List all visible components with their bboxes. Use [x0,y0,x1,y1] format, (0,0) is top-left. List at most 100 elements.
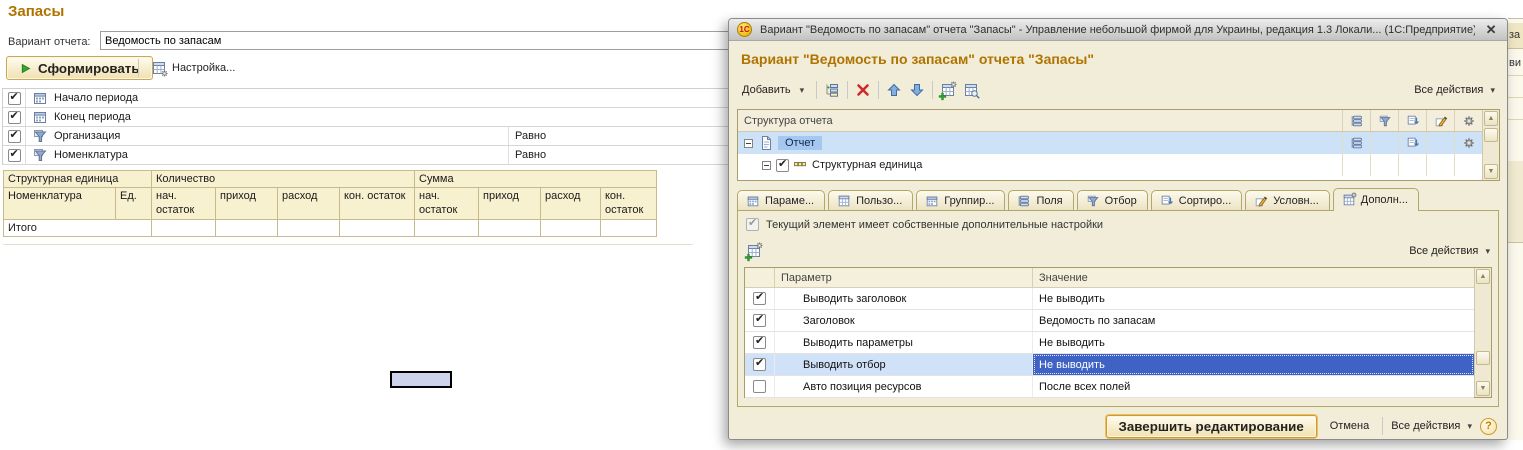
cancel-button[interactable]: Отмена [1325,418,1374,434]
dialog-heading: Вариант "Ведомость по запасам" отчета "З… [741,51,1094,67]
add-parameter-icon[interactable] [746,243,762,259]
move-up-icon[interactable] [886,82,902,98]
table-row[interactable]: Выводить заголовок Не выводить [745,288,1474,310]
tree-row-label: Структурная единица [812,159,923,171]
filter-checkbox[interactable] [7,147,21,162]
scroll-down-icon[interactable]: ▼ [1484,164,1498,179]
tab-parameters[interactable]: Параме... [737,190,826,211]
value-cell[interactable]: Ведомость по запасам [1033,310,1474,331]
row-checkbox[interactable] [753,356,766,371]
value-cell[interactable]: Не выводить [1033,354,1474,375]
tab-conditional-appearance[interactable]: Условн... [1245,190,1330,211]
collapse-icon[interactable] [744,138,753,148]
param-cell[interactable]: Выводить параметры [775,332,1033,353]
tab-label: Дополн... [1360,193,1408,206]
filter-condition[interactable]: Равно [508,127,718,145]
add-settings-icon[interactable] [940,82,956,98]
tab-label: Параме... [765,194,815,207]
param-cell[interactable]: Заголовок [775,310,1033,331]
row-checkbox[interactable] [753,380,766,393]
own-settings-row: Текущий элемент имеет собственные дополн… [746,216,1103,231]
tab-sorting[interactable]: Сортиро... [1150,190,1243,211]
tab-grouping[interactable]: Группир... [916,190,1006,211]
table-row[interactable]: Выводить параметры Не выводить [745,332,1474,354]
parameter-checkbox[interactable] [7,109,21,124]
report-settings-button[interactable]: Настройка... [146,58,240,78]
add-button[interactable]: Добавить [737,82,809,98]
finish-editing-button[interactable]: Завершить редактирование [1105,414,1317,438]
value-cell[interactable]: Не выводить [1033,332,1474,353]
column-header-cell: кон. остаток [339,187,415,220]
tab-fields[interactable]: Поля [1008,190,1074,211]
table-row[interactable]: Авто позиция ресурсов После всех полей [745,376,1474,398]
move-down-icon[interactable] [909,82,925,98]
help-button[interactable]: ? [1480,417,1497,435]
tree-scrollbar[interactable]: ▲ ▼ [1482,110,1499,180]
sort-cell-icon[interactable] [1406,136,1420,150]
close-icon[interactable]: ✕ [1483,22,1499,38]
filter-column-icon[interactable] [1378,114,1392,128]
toolbar-separator [932,81,934,99]
param-cell[interactable]: Выводить отбор [775,354,1033,375]
toolbar-separator [1382,417,1384,435]
edge-text-fragment: ви [1509,57,1521,69]
finish-editing-label: Завершить редактирование [1118,418,1304,434]
column-header-cell: приход [215,187,278,220]
value-cell[interactable]: После всех полей [1033,376,1474,397]
row-checkbox[interactable] [753,290,766,305]
appearance-column-icon[interactable] [1434,114,1448,128]
filter-checkbox[interactable] [7,128,21,143]
tab-user-fields[interactable]: Пользо... [828,190,914,211]
param-cell[interactable]: Выводить заголовок [775,288,1033,309]
edge-text-fragment: за [1509,29,1521,41]
param-cell[interactable]: Авто позиция ресурсов [775,376,1033,397]
parameter-checkbox[interactable] [7,90,21,105]
tab-filter[interactable]: Отбор [1076,190,1148,211]
parameters-table-scrollbar[interactable]: ▲ ▼ [1474,268,1491,397]
list-icon [1017,194,1031,208]
parameter-label: Начало периода [54,92,139,104]
filter-condition[interactable]: Равно [508,146,718,164]
settings-cell-icon[interactable] [1462,136,1476,150]
fields-column-icon[interactable] [1350,114,1364,128]
tree-row-structural-unit[interactable]: Структурная единица [738,154,1482,176]
tab-additional[interactable]: Дополн... [1332,188,1419,211]
find-settings-icon[interactable] [963,82,979,98]
row-checkbox[interactable] [753,312,766,327]
dialog-titlebar[interactable]: 1С Вариант "Ведомость по запасам" отчета… [729,19,1507,41]
value-cell[interactable]: Не выводить [1033,288,1474,309]
table-row-selected[interactable]: Выводить отбор Не выводить [745,354,1474,376]
scroll-thumb[interactable] [1484,128,1498,142]
report-structure-tree: Структура отчета Отчет ✔ Структурная еди… [737,109,1500,181]
panel-all-actions-button[interactable]: Все действия [1409,245,1490,257]
delete-icon[interactable] [855,82,871,98]
value-column-header: Значение [1039,271,1088,284]
spreadsheet-cell-cursor[interactable] [390,371,452,388]
scroll-up-icon[interactable]: ▲ [1484,111,1498,126]
row-checkbox[interactable] [753,334,766,349]
scroll-up-icon[interactable]: ▲ [1476,269,1490,284]
calendar-icon [32,109,48,125]
tree-header: Структура отчета [738,110,1499,132]
scroll-down-icon[interactable]: ▼ [1476,381,1490,396]
table-row[interactable]: Заголовок Ведомость по запасам [745,310,1474,332]
generate-report-button[interactable]: Сформировать [6,56,153,80]
scroll-thumb[interactable] [1476,351,1490,365]
sort-column-icon[interactable] [1406,114,1420,128]
footer-all-actions-button[interactable]: Все действия [1391,420,1472,432]
column-header-cell: расход [540,187,601,220]
fields-cell-icon[interactable] [1350,136,1364,150]
report-area-divider [3,244,693,245]
column-header-cell: кон. остаток [600,187,657,220]
tree-row-report[interactable]: Отчет [738,132,1482,154]
all-actions-button[interactable]: Все действия [1414,84,1495,96]
tree-row-checkbox[interactable] [776,157,789,172]
group-structure-icon[interactable] [824,82,840,98]
settings-column-icon[interactable] [1462,114,1476,128]
document-icon [758,135,774,151]
tab-label: Поля [1036,194,1063,207]
calendar-icon [925,194,939,208]
tab-label: Условн... [1273,194,1319,207]
collapse-icon[interactable] [762,160,771,170]
column-header-cell: приход [478,187,541,220]
